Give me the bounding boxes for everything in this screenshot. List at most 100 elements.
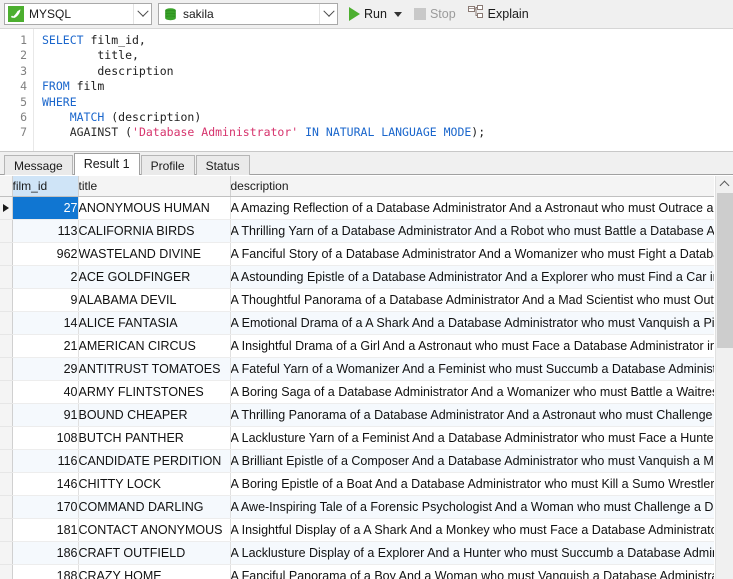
column-header-description[interactable]: description xyxy=(230,176,714,197)
table-row[interactable]: 116 CANDIDATE PERDITION A Brilliant Epistl… xyxy=(0,449,714,473)
cell-title[interactable]: WASTELAND DIVINE xyxy=(78,242,231,266)
cell-film_id[interactable]: 21 xyxy=(12,334,79,358)
cell-film_id[interactable]: 29 xyxy=(12,357,79,381)
cell-description[interactable]: A Lacklusture Display of a Explorer And … xyxy=(230,541,714,565)
row-gutter-cell[interactable] xyxy=(0,242,13,266)
cell-description[interactable]: A Insightful Drama of a Girl And a Astro… xyxy=(230,334,714,358)
cell-description[interactable]: A Thoughtful Panorama of a Database Admi… xyxy=(230,288,714,312)
cell-film_id[interactable]: 9 xyxy=(12,288,79,312)
table-row[interactable]: 181 CONTACT ANONYMOUS A Insightful Display… xyxy=(0,518,714,542)
cell-title[interactable]: ANONYMOUS HUMAN xyxy=(78,196,231,220)
cell-film_id[interactable]: 113 xyxy=(12,219,79,243)
cell-description[interactable]: A Emotional Drama of a A Shark And a Dat… xyxy=(230,311,714,335)
row-gutter-cell[interactable] xyxy=(0,541,13,565)
row-gutter-cell[interactable] xyxy=(0,564,13,579)
cell-film_id[interactable]: 2 xyxy=(12,265,79,289)
cell-film_id[interactable]: 27 xyxy=(12,196,79,220)
run-options-caret-icon[interactable] xyxy=(393,11,402,17)
row-gutter-cell[interactable] xyxy=(0,288,13,312)
tab-status[interactable]: Status xyxy=(195,155,250,175)
cell-description[interactable]: A Brilliant Epistle of a Composer And a … xyxy=(230,449,714,473)
database-dropdown-arrow[interactable] xyxy=(319,4,337,24)
cell-description[interactable]: A Fanciful Panorama of a Boy And a Woman… xyxy=(230,564,714,579)
table-row[interactable]: 40 ARMY FLINTSTONES A Boring Saga of a Dat… xyxy=(0,380,714,404)
cell-title[interactable]: ANTITRUST TOMATOES xyxy=(78,357,231,381)
row-gutter-cell[interactable] xyxy=(0,380,13,404)
cell-title[interactable]: CALIFORNIA BIRDS xyxy=(78,219,231,243)
table-row[interactable]: 146 CHITTY LOCK A Boring Epistle of a Boat… xyxy=(0,472,714,496)
cell-description[interactable]: A Fateful Yarn of a Womanizer And a Femi… xyxy=(230,357,714,381)
row-gutter-cell[interactable] xyxy=(0,472,13,496)
row-gutter-cell[interactable] xyxy=(0,196,13,220)
sql-code-area[interactable]: SELECT film_id, title, description FROM f… xyxy=(34,29,733,151)
cell-title[interactable]: ACE GOLDFINGER xyxy=(78,265,231,289)
cell-title[interactable]: CRAFT OUTFIELD xyxy=(78,541,231,565)
table-row[interactable]: 9 ALABAMA DEVIL A Thoughtful Panorama of a… xyxy=(0,288,714,312)
cell-description[interactable]: A Awe-Inspiring Tale of a Forensic Psych… xyxy=(230,495,714,519)
row-gutter-cell[interactable] xyxy=(0,426,13,450)
cell-title[interactable]: ARMY FLINTSTONES xyxy=(78,380,231,404)
cell-title[interactable]: AMERICAN CIRCUS xyxy=(78,334,231,358)
column-header-title[interactable]: title xyxy=(78,176,231,197)
cell-film_id[interactable]: 186 xyxy=(12,541,79,565)
table-row[interactable]: 14 ALICE FANTASIA A Emotional Drama of a A… xyxy=(0,311,714,335)
row-gutter-cell[interactable] xyxy=(0,265,13,289)
table-row[interactable]: 188 CRAZY HOME A Fanciful Panorama of a Bo… xyxy=(0,564,714,579)
explain-button[interactable]: Explain xyxy=(463,2,534,26)
cell-title[interactable]: CANDIDATE PERDITION xyxy=(78,449,231,473)
table-row[interactable]: 91 BOUND CHEAPER A Thrilling Panorama of a… xyxy=(0,403,714,427)
row-gutter-cell[interactable] xyxy=(0,357,13,381)
scrollbar-thumb[interactable] xyxy=(717,193,733,348)
cell-description[interactable]: A Fanciful Story of a Database Administr… xyxy=(230,242,714,266)
cell-description[interactable]: A Thrilling Panorama of a Database Admin… xyxy=(230,403,714,427)
row-gutter-cell[interactable] xyxy=(0,311,13,335)
tab-result-1[interactable]: Result 1 xyxy=(73,153,140,175)
cell-film_id[interactable]: 91 xyxy=(12,403,79,427)
cell-film_id[interactable]: 14 xyxy=(12,311,79,335)
cell-title[interactable]: ALICE FANTASIA xyxy=(78,311,231,335)
cell-film_id[interactable]: 181 xyxy=(12,518,79,542)
table-row[interactable]: 113 CALIFORNIA BIRDS A Thrilling Yarn of a… xyxy=(0,219,714,243)
scroll-up-button[interactable] xyxy=(716,176,733,193)
column-header-film_id[interactable]: film_id xyxy=(12,176,79,197)
table-row[interactable]: 186 CRAFT OUTFIELD A Lacklusture Display o… xyxy=(0,541,714,565)
row-gutter-cell[interactable] xyxy=(0,403,13,427)
table-row[interactable]: 27 ANONYMOUS HUMAN A Amazing Reflection of… xyxy=(0,196,714,220)
cell-description[interactable]: A Lacklusture Yarn of a Feminist And a D… xyxy=(230,426,714,450)
tab-message[interactable]: Message xyxy=(4,155,73,175)
table-row[interactable]: 108 BUTCH PANTHER A Lacklusture Yarn of a … xyxy=(0,426,714,450)
cell-description[interactable]: A Insightful Display of a A Shark And a … xyxy=(230,518,714,542)
row-gutter-cell[interactable] xyxy=(0,495,13,519)
cell-title[interactable]: CONTACT ANONYMOUS xyxy=(78,518,231,542)
sql-editor[interactable]: 1234567 SELECT film_id, title, descripti… xyxy=(0,29,733,152)
connection-dropdown-arrow[interactable] xyxy=(133,4,151,24)
table-row[interactable]: 29 ANTITRUST TOMATOES A Fateful Yarn of a … xyxy=(0,357,714,381)
cell-description[interactable]: A Astounding Epistle of a Database Admin… xyxy=(230,265,714,289)
table-row[interactable]: 962 WASTELAND DIVINE A Fanciful Story of a… xyxy=(0,242,714,266)
cell-film_id[interactable]: 40 xyxy=(12,380,79,404)
table-row[interactable]: 170 COMMAND DARLING A Awe-Inspiring Tale o… xyxy=(0,495,714,519)
cell-film_id[interactable]: 146 xyxy=(12,472,79,496)
row-gutter-cell[interactable] xyxy=(0,219,13,243)
table-row[interactable]: 21 AMERICAN CIRCUS A Insightful Drama of a… xyxy=(0,334,714,358)
tab-profile[interactable]: Profile xyxy=(140,155,195,175)
database-dropdown[interactable]: sakila xyxy=(158,3,338,25)
cell-title[interactable]: CRAZY HOME xyxy=(78,564,231,579)
cell-film_id[interactable]: 962 xyxy=(12,242,79,266)
row-gutter-cell[interactable] xyxy=(0,334,13,358)
cell-title[interactable]: BUTCH PANTHER xyxy=(78,426,231,450)
cell-title[interactable]: ALABAMA DEVIL xyxy=(78,288,231,312)
cell-film_id[interactable]: 170 xyxy=(12,495,79,519)
cell-description[interactable]: A Boring Epistle of a Boat And a Databas… xyxy=(230,472,714,496)
cell-film_id[interactable]: 108 xyxy=(12,426,79,450)
cell-description[interactable]: A Boring Saga of a Database Administrato… xyxy=(230,380,714,404)
row-gutter-cell[interactable] xyxy=(0,449,13,473)
run-button[interactable]: Run xyxy=(344,2,407,26)
cell-film_id[interactable]: 188 xyxy=(12,564,79,579)
cell-title[interactable]: COMMAND DARLING xyxy=(78,495,231,519)
results-vertical-scrollbar[interactable] xyxy=(715,176,733,579)
cell-description[interactable]: A Thrilling Yarn of a Database Administr… xyxy=(230,219,714,243)
table-row[interactable]: 2 ACE GOLDFINGER A Astounding Epistle of a… xyxy=(0,265,714,289)
cell-title[interactable]: BOUND CHEAPER xyxy=(78,403,231,427)
cell-film_id[interactable]: 116 xyxy=(12,449,79,473)
